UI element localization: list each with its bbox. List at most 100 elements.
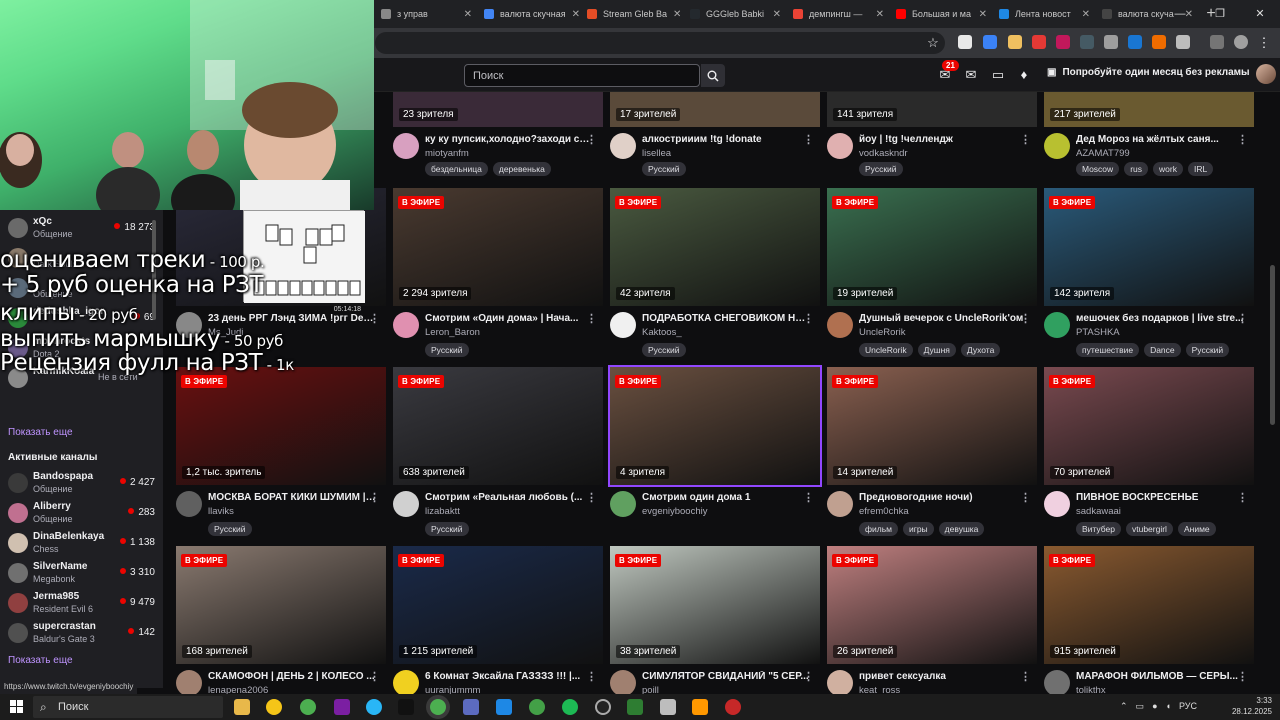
tag[interactable]: Русский <box>642 162 686 176</box>
stream-thumbnail[interactable]: 23 зрителя <box>393 92 603 127</box>
app-icon[interactable] <box>463 699 479 715</box>
channel-avatar[interactable] <box>610 491 636 517</box>
stream-card[interactable]: В ЭФИРЕ 142 зрителя мешочек без подарков |… <box>1044 188 1254 366</box>
channel-avatar[interactable] <box>176 491 202 517</box>
tag[interactable]: Русский <box>1185 343 1230 357</box>
more-options-icon[interactable]: ⋮ <box>369 670 380 683</box>
tag[interactable]: Русский <box>859 162 903 176</box>
more-options-icon[interactable]: ⋮ <box>1020 670 1031 683</box>
channel-avatar[interactable] <box>393 312 419 338</box>
more-options-icon[interactable]: ⋮ <box>1237 133 1248 146</box>
more-options-icon[interactable]: ⋮ <box>586 491 597 504</box>
more-options-icon[interactable]: ⋮ <box>1237 312 1248 325</box>
sidebar-channel[interactable]: Bandospapa Общение 2 427 <box>0 468 163 498</box>
channel-avatar[interactable] <box>827 670 853 696</box>
stream-thumbnail[interactable]: В ЭФИРЕ 14 зрителей <box>827 367 1037 485</box>
browser-tab[interactable]: GGGleb Babki ✕ <box>684 0 787 28</box>
stream-title[interactable]: Дед Мороз на жёлтых саня... <box>1076 134 1244 145</box>
network-icon[interactable]: ▭ <box>1136 701 1145 712</box>
file-explorer-icon[interactable] <box>234 699 250 715</box>
browser-tab[interactable]: демпингш — ✕ <box>787 0 890 28</box>
spotify-icon[interactable] <box>562 699 578 715</box>
system-tray[interactable]: ⌃ ▭ ● ◖ РУС <box>1120 701 1197 712</box>
channel-name[interactable]: lisellea <box>642 148 671 159</box>
stream-title[interactable]: ку ку пупсик,холодно?заходи со... <box>425 134 593 145</box>
tag[interactable]: игры <box>902 522 934 536</box>
tab-close-icon[interactable]: ✕ <box>572 9 580 20</box>
channel-name[interactable]: evgeniyboochiy <box>642 506 708 517</box>
stream-card[interactable]: В ЭФИРЕ 638 зрителей Смотрим «Реальная люб… <box>393 367 603 545</box>
stream-card[interactable]: В ЭФИРЕ 42 зрителя ПОДРАБОТКА СНЕГОВИКОМ Н… <box>610 188 820 366</box>
windows-start-icon[interactable] <box>10 700 23 713</box>
tag[interactable]: Dance <box>1144 343 1181 357</box>
stream-title[interactable]: Душный вечерок с UncleRorik'ом <box>859 313 1027 324</box>
show-more-link[interactable]: Показать еще <box>8 655 73 666</box>
tag[interactable]: фильм <box>859 522 898 536</box>
channel-name[interactable]: llaviks <box>208 506 234 517</box>
stream-thumbnail[interactable]: В ЭФИРЕ 38 зрителей <box>610 546 820 664</box>
stream-card[interactable]: В ЭФИРЕ 19 зрителей Душный вечерок с Uncle… <box>827 188 1037 366</box>
stream-title[interactable]: 23 день РРГ Лэнд ЗИМА !ргг Dea... <box>208 313 376 324</box>
channel-avatar[interactable] <box>1044 670 1070 696</box>
browser-tab[interactable]: Stream Gleb Ba ✕ <box>581 0 684 28</box>
tag[interactable]: Русский <box>425 343 469 357</box>
tag[interactable]: путешествие <box>1076 343 1140 357</box>
stream-thumbnail[interactable]: В ЭФИРЕ 2 294 зрителя <box>393 188 603 306</box>
channel-avatar[interactable] <box>610 312 636 338</box>
stream-thumbnail[interactable]: В ЭФИРЕ 19 зрителей <box>827 188 1037 306</box>
app-icon[interactable] <box>660 699 676 715</box>
sidebar-channel[interactable]: supercrastan Baldur's Gate 3 142 <box>0 618 163 648</box>
channel-name[interactable]: sadkawaai <box>1076 506 1121 517</box>
channel-avatar[interactable] <box>393 491 419 517</box>
sidebar-channel[interactable]: Jerma985 Resident Evil 6 9 479 <box>0 588 163 618</box>
tag[interactable]: Moscow <box>1076 162 1120 176</box>
tag[interactable]: Русский <box>642 343 686 357</box>
taskbar-search[interactable]: ⌕ Поиск <box>33 696 223 718</box>
stream-thumbnail[interactable]: В ЭФИРЕ 142 зрителя <box>1044 188 1254 306</box>
stream-title[interactable]: ПИВНОЕ ВОСКРЕСЕНЬЕ <box>1076 492 1244 503</box>
stream-thumbnail[interactable]: В ЭФИРЕ 70 зрителей <box>1044 367 1254 485</box>
browser-tab[interactable]: Большая и ма ✕ <box>890 0 993 28</box>
ad-free-promo-button[interactable]: ▣ Попробуйте один месяц без рекламы <box>1047 67 1250 78</box>
stream-thumbnail[interactable]: В ЭФИРЕ 26 зрителей <box>827 546 1037 664</box>
stream-thumbnail[interactable]: В ЭФИРЕ 1 215 зрителей <box>393 546 603 664</box>
stream-title[interactable]: 6 Комнат Эксайла ГАЗЗЗЗ !!! |... <box>425 671 593 682</box>
channel-avatar[interactable] <box>176 670 202 696</box>
vlc-icon[interactable] <box>692 699 708 715</box>
stream-card[interactable]: В ЭФИРЕ 14 зрителей Предновогодние ночи) ef… <box>827 367 1037 545</box>
channel-avatar[interactable] <box>827 312 853 338</box>
tag[interactable]: деревенька <box>492 162 551 176</box>
stream-title[interactable]: привет сексуалка <box>859 671 1027 682</box>
tag[interactable]: Витубер <box>1076 522 1121 536</box>
clock[interactable]: 3:33 28.12.2025 <box>1232 695 1272 717</box>
channel-avatar[interactable] <box>610 670 636 696</box>
stream-card[interactable]: В ЭФИРЕ 1,2 тыс. зритель МОСКВА БОРАТ КИКИ… <box>176 367 386 545</box>
bookmark-star-icon[interactable]: ☆ <box>925 35 941 51</box>
tag[interactable]: IRL <box>1187 162 1214 176</box>
volume-icon[interactable]: ◖ <box>1166 701 1171 712</box>
more-options-icon[interactable]: ⋮ <box>1020 491 1031 504</box>
more-options-icon[interactable]: ⋮ <box>1020 133 1031 146</box>
app-icon[interactable] <box>334 699 350 715</box>
extension-icon[interactable] <box>1008 35 1022 49</box>
browser-tab[interactable]: з управ ✕ <box>375 0 478 28</box>
channel-avatar[interactable] <box>827 491 853 517</box>
chrome-active-icon[interactable] <box>430 699 446 715</box>
channel-avatar[interactable] <box>393 670 419 696</box>
more-options-icon[interactable]: ⋮ <box>1020 312 1031 325</box>
telegram-icon[interactable] <box>366 699 382 715</box>
stream-title[interactable]: Смотрим «Реальная любовь (... <box>425 492 593 503</box>
tag[interactable]: Душня <box>917 343 956 357</box>
tab-close-icon[interactable]: ✕ <box>464 9 472 20</box>
tiktok-icon[interactable] <box>398 699 414 715</box>
channel-avatar[interactable] <box>393 133 419 159</box>
main-scrollbar[interactable] <box>1270 265 1275 425</box>
tag[interactable]: девушка <box>938 522 985 536</box>
tag[interactable]: бездельница <box>425 162 488 176</box>
stream-title[interactable]: МОСКВА БОРАТ КИКИ ШУМИМ | ... <box>208 492 376 503</box>
tag[interactable]: work <box>1153 162 1183 176</box>
yandex-browser-icon[interactable] <box>266 699 282 715</box>
tag[interactable]: UncleRorik <box>859 343 913 357</box>
profile-avatar[interactable] <box>1234 35 1248 49</box>
stream-title[interactable]: Смотрим один дома 1 <box>642 492 810 503</box>
